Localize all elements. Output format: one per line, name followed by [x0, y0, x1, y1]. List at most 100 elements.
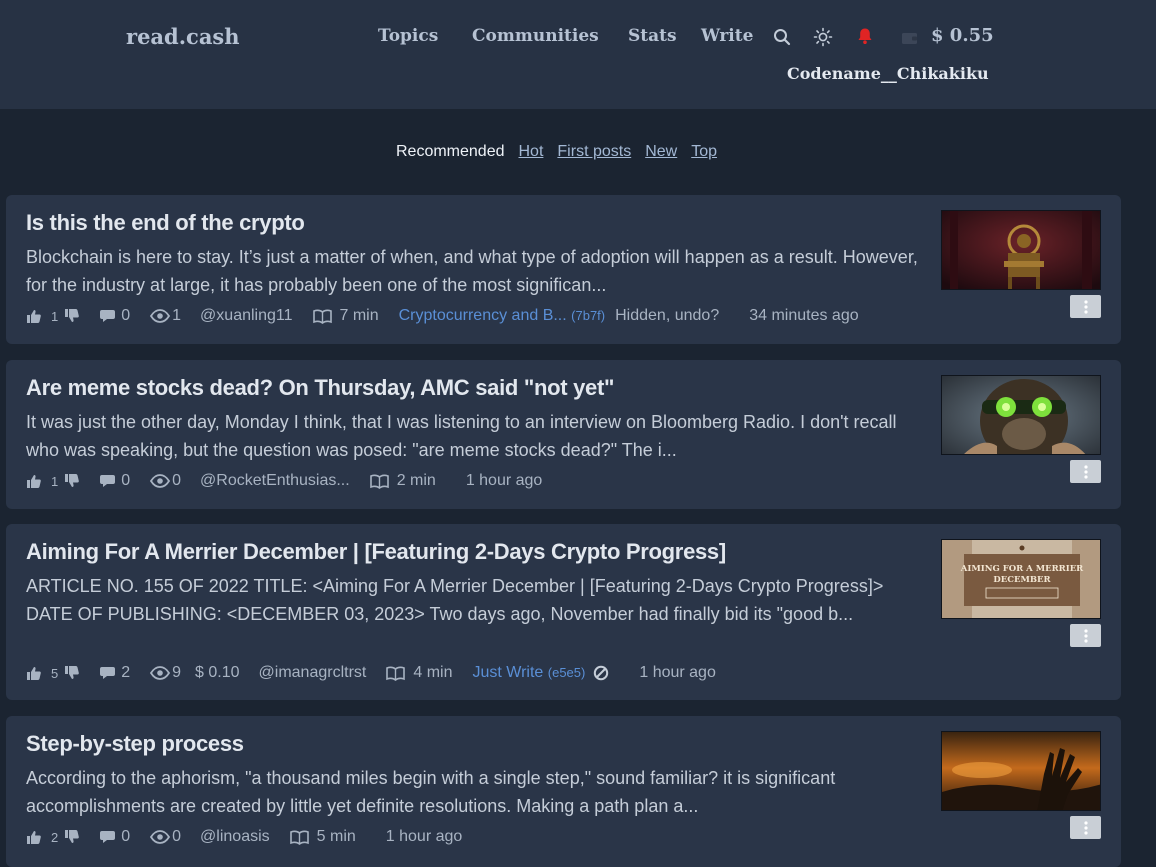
- author-link[interactable]: @RocketEnthusias...: [200, 472, 350, 490]
- upvote-button[interactable]: [26, 473, 42, 489]
- more-options-button[interactable]: [1070, 460, 1101, 483]
- upvote-button[interactable]: [26, 829, 42, 845]
- view-count: 9: [172, 664, 182, 681]
- downvote-button[interactable]: [64, 829, 80, 845]
- article-excerpt[interactable]: According to the aphorism, "a thousand m…: [26, 764, 931, 820]
- block-icon[interactable]: [593, 665, 609, 681]
- thumbs-up-icon[interactable]: [26, 665, 42, 681]
- article-thumbnail[interactable]: [941, 375, 1101, 455]
- tab-first-posts[interactable]: First posts: [557, 143, 631, 161]
- thumbs-down-icon[interactable]: [64, 308, 80, 324]
- article-title[interactable]: Are meme stocks dead? On Thursday, AMC s…: [26, 375, 614, 401]
- article-thumbnail[interactable]: [941, 210, 1101, 290]
- author-link[interactable]: @linoasis: [200, 828, 270, 846]
- upvote-button[interactable]: [26, 665, 42, 681]
- read-time: 2 min: [396, 472, 436, 489]
- tab-new[interactable]: New: [645, 143, 677, 161]
- community-name[interactable]: Cryptocurrency and B...: [399, 307, 567, 324]
- book-icon: [289, 830, 309, 845]
- upvote-count: 2: [51, 829, 59, 845]
- more-options-button[interactable]: [1070, 295, 1101, 318]
- community-link[interactable]: Cryptocurrency and B... (7b7f): [399, 307, 606, 325]
- tab-recommended[interactable]: Recommended: [396, 143, 505, 161]
- comment-count: 0: [121, 828, 131, 845]
- hidden-undo-link[interactable]: Hidden, undo?: [615, 307, 719, 325]
- view-count: 0: [172, 472, 182, 489]
- article-card: Are meme stocks dead? On Thursday, AMC s…: [6, 360, 1121, 509]
- thumbs-up-icon[interactable]: [26, 308, 42, 324]
- site-logo[interactable]: read.cash: [126, 24, 240, 49]
- tab-top[interactable]: Top: [691, 143, 717, 161]
- more-options-button[interactable]: [1070, 624, 1101, 647]
- nav-write[interactable]: Write: [701, 26, 753, 46]
- username[interactable]: Codename__Chikakiku: [787, 64, 989, 83]
- article-excerpt[interactable]: Blockchain is here to stay. It’s just a …: [26, 243, 931, 299]
- sun-icon[interactable]: [813, 27, 833, 47]
- wallet-icon[interactable]: [900, 28, 920, 48]
- upvote-count: 1: [51, 473, 59, 489]
- article-card: Is this the end of the crypto Blockchain…: [6, 195, 1121, 344]
- thumbs-down-icon[interactable]: [64, 473, 80, 489]
- thumbs-down-icon[interactable]: [64, 665, 80, 681]
- book-icon: [386, 666, 406, 681]
- tab-hot[interactable]: Hot: [519, 143, 544, 161]
- kebab-menu-icon[interactable]: [1083, 628, 1088, 643]
- article-title[interactable]: Is this the end of the crypto: [26, 210, 305, 236]
- feed-tabs: Recommended Hot First posts New Top: [396, 143, 717, 161]
- downvote-button[interactable]: [64, 308, 80, 324]
- read-time: 4 min: [413, 664, 453, 681]
- article-thumbnail[interactable]: [941, 731, 1101, 811]
- timestamp: 1 hour ago: [465, 472, 543, 489]
- wallet-balance[interactable]: $ 0.55: [931, 25, 994, 46]
- community-hash: (7b7f): [571, 308, 606, 323]
- throne-image: [942, 211, 1100, 289]
- comment-count: 0: [121, 307, 131, 324]
- thumb-line-1: AIMING FOR A MERRIER: [960, 564, 1084, 574]
- view-count: 0: [172, 828, 182, 845]
- community-name[interactable]: Just Write: [472, 664, 543, 681]
- article-meta: 2 0 0 @linoasis 5 min 1 hour ago: [26, 826, 462, 848]
- comment-count: 0: [121, 472, 131, 489]
- more-options-button[interactable]: [1070, 816, 1101, 839]
- author-link[interactable]: @imanagrcltrst: [259, 664, 367, 682]
- community-link[interactable]: Just Write (e5e5): [472, 664, 585, 682]
- thumbs-down-icon[interactable]: [64, 829, 80, 845]
- comments-icon[interactable]: [100, 830, 117, 845]
- downvote-button[interactable]: [64, 473, 80, 489]
- upvote-button[interactable]: [26, 308, 42, 324]
- comments-icon[interactable]: [100, 474, 117, 489]
- nav-communities[interactable]: Communities: [472, 26, 599, 46]
- nav-topics[interactable]: Topics: [378, 26, 438, 46]
- article-thumbnail[interactable]: AIMING FOR A MERRIER DECEMBER: [941, 539, 1101, 619]
- search-icon[interactable]: [772, 27, 792, 47]
- article-title[interactable]: Aiming For A Merrier December | [Featuri…: [26, 539, 726, 565]
- nav-stats[interactable]: Stats: [628, 26, 677, 46]
- kebab-menu-icon[interactable]: [1083, 820, 1088, 835]
- read-time: 5 min: [316, 828, 356, 845]
- kebab-menu-icon[interactable]: [1083, 464, 1088, 479]
- eye-icon: [150, 666, 171, 680]
- bell-icon[interactable]: [855, 26, 875, 46]
- article-excerpt[interactable]: It was just the other day, Monday I thin…: [26, 408, 931, 464]
- article-excerpt[interactable]: ARTICLE NO. 155 OF 2022 TITLE: <Aiming F…: [26, 572, 931, 628]
- thumb-line-2: DECEMBER: [993, 575, 1051, 585]
- thumbs-up-icon[interactable]: [26, 473, 42, 489]
- eye-icon: [150, 474, 171, 488]
- community-hash: (e5e5): [547, 665, 586, 680]
- kebab-menu-icon[interactable]: [1083, 299, 1088, 314]
- thumbs-up-icon[interactable]: [26, 829, 42, 845]
- article-meta: 5 2 9 $ 0.10 @imanagrcltrst 4 min Just W…: [26, 662, 716, 684]
- ape-astronaut-image: [942, 376, 1100, 454]
- top-bar: read.cash Topics Communities Stats Write…: [0, 0, 1156, 109]
- author-link[interactable]: @xuanling11: [200, 307, 292, 325]
- article-card: Step-by-step process According to the ap…: [6, 716, 1121, 867]
- article-title[interactable]: Step-by-step process: [26, 731, 244, 757]
- comments-icon[interactable]: [100, 309, 117, 324]
- upvote-count: 1: [51, 308, 59, 324]
- timestamp: 1 hour ago: [385, 828, 463, 845]
- timestamp: 1 hour ago: [639, 664, 716, 681]
- downvote-button[interactable]: [64, 665, 80, 681]
- comments-icon[interactable]: [100, 666, 117, 681]
- sunset-hand-image: [942, 732, 1100, 810]
- book-icon: [369, 474, 389, 489]
